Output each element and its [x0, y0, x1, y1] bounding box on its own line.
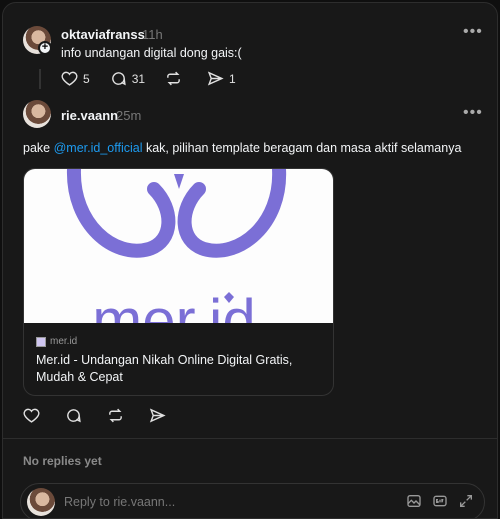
like-count: 5: [83, 71, 90, 86]
reply-more-icon[interactable]: •••: [463, 104, 483, 122]
reply-input[interactable]: Reply to rie.vaann...: [64, 495, 175, 509]
reply-actions: [23, 407, 191, 424]
comment-icon: [67, 409, 81, 423]
share-icon: [207, 71, 224, 86]
repost-button[interactable]: [165, 70, 187, 87]
link-preview-image: mer.id: [24, 169, 333, 323]
image-icon[interactable]: [406, 493, 422, 509]
comment-button[interactable]: 31: [110, 70, 145, 87]
comment-count: 31: [131, 71, 146, 86]
reply-text-after: kak, pilihan template beragam dan masa a…: [142, 141, 462, 155]
reply-username[interactable]: rie.vaann: [61, 108, 118, 123]
reply-timestamp: 25m: [116, 108, 142, 123]
share-icon: [149, 408, 166, 423]
link-domain: mer.id: [36, 336, 77, 347]
comment-icon: [111, 72, 126, 86]
thread-line: [39, 69, 41, 89]
heart-icon: [23, 408, 40, 423]
repost-icon: [109, 408, 122, 423]
reply-repost-button[interactable]: [107, 407, 129, 424]
link-preview-card[interactable]: mer.id mer.id Mer.id - Undangan Nikah On…: [23, 168, 334, 396]
reply-post-text: pake @mer.id_official kak, pilihan templ…: [23, 141, 461, 155]
op-post-text: info undangan digital dong gais:(: [61, 46, 242, 60]
favicon-icon: [36, 336, 46, 347]
link-domain-text: mer.id: [50, 336, 78, 347]
share-button[interactable]: 1: [207, 70, 236, 87]
no-replies-label: No replies yet: [23, 454, 102, 468]
op-more-icon[interactable]: •••: [463, 23, 483, 41]
repost-icon: [167, 71, 180, 86]
share-count: 1: [229, 71, 236, 86]
op-timestamp: 11h: [142, 27, 163, 42]
op-actions: 5 31 1: [61, 70, 256, 87]
follow-plus-icon[interactable]: +: [38, 41, 52, 55]
logo-text: mer.id: [92, 287, 255, 323]
composer-tools: [406, 493, 474, 509]
heart-icon: [61, 71, 78, 86]
reply-comment-button[interactable]: [65, 407, 87, 424]
op-username[interactable]: oktaviafranss: [61, 27, 145, 42]
reply-text-before: pake: [23, 141, 54, 155]
mention-link[interactable]: @mer.id_official: [54, 141, 143, 155]
composer-avatar: [27, 488, 55, 516]
reply-composer[interactable]: Reply to rie.vaann...: [20, 483, 485, 518]
reply-avatar[interactable]: [23, 100, 51, 128]
section-divider: [3, 438, 497, 439]
gif-icon[interactable]: [432, 493, 448, 509]
like-button[interactable]: 5: [61, 70, 90, 87]
link-title: Mer.id - Undangan Nikah Online Digital G…: [36, 353, 293, 384]
reply-share-button[interactable]: [149, 407, 171, 424]
expand-icon[interactable]: [458, 493, 474, 509]
mer-id-logo: mer.id: [66, 169, 287, 323]
reply-like-button[interactable]: [23, 407, 45, 424]
thread-panel: + oktaviafranss 11h ••• info undangan di…: [2, 2, 498, 519]
